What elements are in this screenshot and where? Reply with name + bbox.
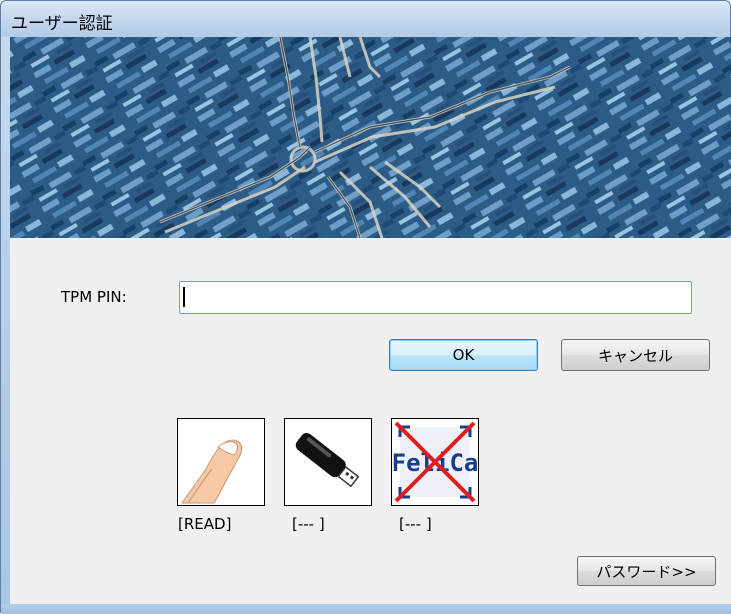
fingerprint-status: [READ] <box>178 515 232 533</box>
usb-key-icon <box>295 432 360 488</box>
usb-key-status: [--- ] <box>292 515 325 533</box>
finger-icon <box>181 439 243 504</box>
ok-button[interactable]: OK <box>389 339 538 371</box>
pin-label: TPM PIN: <box>61 288 127 306</box>
text-caret <box>183 287 185 307</box>
felica-status: [--- ] <box>399 515 432 533</box>
banner-image <box>10 37 731 238</box>
felica-disabled-icon: FeliCa <box>392 421 478 503</box>
window-title: ユーザー認証 <box>11 14 113 34</box>
cancel-button[interactable]: キャンセル <box>561 339 710 371</box>
fingerprint-reader-tile <box>177 418 265 506</box>
title-bar[interactable]: ユーザー認証 <box>1 1 730 37</box>
pin-input[interactable] <box>179 281 692 314</box>
felica-tile: FeliCa <box>391 418 479 506</box>
password-toggle-button[interactable]: パスワード>> <box>577 556 716 586</box>
usb-key-tile <box>284 418 372 506</box>
